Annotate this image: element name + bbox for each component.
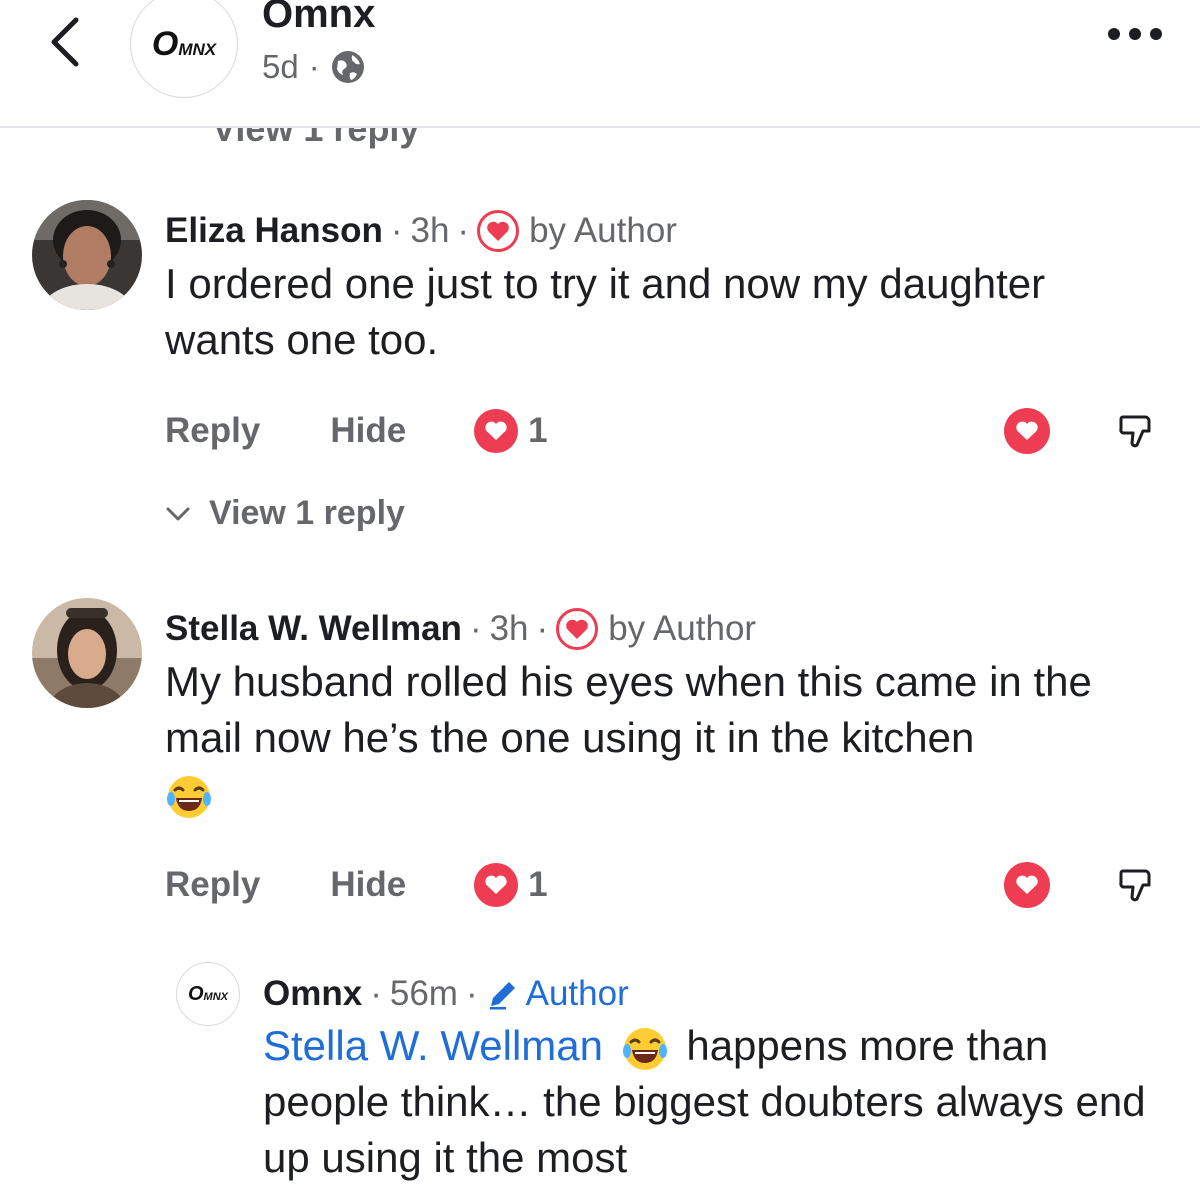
reply-button[interactable]: Reply xyxy=(165,411,260,451)
liked-by-author-badge: by Author xyxy=(608,609,757,648)
page-avatar[interactable]: OMNX xyxy=(130,0,238,98)
avatar-photo xyxy=(32,200,142,310)
view-replies-label: View 1 reply xyxy=(209,494,405,532)
avatar-photo xyxy=(32,598,142,708)
avatar[interactable] xyxy=(32,200,142,310)
comment-header: Omnx · 56m · Author xyxy=(263,974,1160,1014)
hide-button[interactable]: Hide xyxy=(330,411,406,451)
thumbs-down-icon xyxy=(1119,869,1151,902)
heart-icon xyxy=(1016,875,1038,894)
chevron-left-icon xyxy=(51,17,79,67)
post-meta: 5d · xyxy=(262,48,366,86)
post-time: 5d xyxy=(262,48,299,85)
comment-actions: Reply Hide 1 xyxy=(165,860,1160,910)
comment-body: Stella W. Wellman · 3h · by Author My hu… xyxy=(165,608,1160,822)
omnx-logo: OMNX xyxy=(187,982,228,1005)
more-options-button[interactable] xyxy=(1108,28,1162,40)
comment-header: Stella W. Wellman · 3h · by Author xyxy=(165,608,1160,650)
back-button[interactable] xyxy=(40,10,90,74)
reply-button[interactable]: Reply xyxy=(165,865,260,905)
dislike-button[interactable] xyxy=(1114,408,1160,454)
like-button[interactable] xyxy=(1004,408,1050,454)
page-title[interactable]: Omnx xyxy=(262,0,375,37)
separator: · xyxy=(390,211,403,250)
heart-icon xyxy=(474,863,519,907)
comment-time: 56m xyxy=(389,974,458,1013)
comment-text: My husband rolled his eyes when this cam… xyxy=(165,654,1160,822)
mention-link[interactable]: Stella W. Wellman xyxy=(263,1022,603,1069)
reaction-count-value: 1 xyxy=(528,411,548,450)
comment-body: Eliza Hanson · 3h · by Author I ordered … xyxy=(165,210,1160,368)
post-header: OMNX Omnx 5d · xyxy=(0,0,1200,128)
comment-text-content: My husband rolled his eyes when this cam… xyxy=(165,658,1092,761)
avatar[interactable] xyxy=(32,598,142,708)
dislike-button[interactable] xyxy=(1114,862,1160,908)
heart-icon xyxy=(556,608,599,650)
more-dots-icon xyxy=(1108,28,1120,40)
commenter-name[interactable]: Stella W. Wellman xyxy=(165,609,462,649)
meta-separator: · xyxy=(308,48,320,85)
chevron-down-icon xyxy=(166,507,190,520)
author-badge-label: Author xyxy=(525,974,629,1013)
heart-icon xyxy=(1016,421,1038,440)
separator: · xyxy=(465,974,478,1013)
liked-by-author-badge: by Author xyxy=(529,211,677,250)
globe-icon xyxy=(331,51,364,83)
separator: · xyxy=(536,609,549,648)
laughing-tears-emoji-icon xyxy=(622,1027,667,1070)
comment-body: Omnx · 56m · Author Stella W. Wellman ha… xyxy=(263,974,1160,1186)
view-replies-button[interactable]: View 1 reply xyxy=(165,494,405,533)
separator: · xyxy=(469,609,482,648)
more-dot xyxy=(1150,28,1162,40)
thumbs-down-icon xyxy=(1119,415,1151,448)
more-dot xyxy=(1129,28,1141,40)
heart-icon xyxy=(477,210,520,252)
comment-time: 3h xyxy=(489,609,529,648)
like-button[interactable] xyxy=(1004,862,1050,908)
separator: · xyxy=(457,211,470,250)
comment-text: I ordered one just to try it and now my … xyxy=(165,260,1046,363)
omnx-logo: OMNX xyxy=(151,24,217,63)
separator: · xyxy=(370,974,382,1013)
comment-header: Eliza Hanson · 3h · by Author xyxy=(165,210,1160,252)
commenter-name[interactable]: Eliza Hanson xyxy=(165,211,383,251)
reaction-count-value: 1 xyxy=(528,865,548,904)
hide-button[interactable]: Hide xyxy=(330,865,406,905)
laughing-tears-emoji-icon xyxy=(167,775,211,818)
avatar[interactable]: OMNX xyxy=(176,962,240,1026)
comment-time: 3h xyxy=(410,211,450,250)
reaction-count[interactable]: 1 xyxy=(474,863,548,907)
heart-icon xyxy=(474,409,519,453)
commenter-name[interactable]: Omnx xyxy=(263,974,362,1014)
comment-actions: Reply Hide 1 xyxy=(165,406,1160,456)
pencil-icon xyxy=(489,982,515,1010)
comment-text: Stella W. Wellman happens more than peop… xyxy=(263,1018,1160,1186)
author-badge: Author xyxy=(486,974,629,1014)
reaction-count[interactable]: 1 xyxy=(474,409,548,453)
